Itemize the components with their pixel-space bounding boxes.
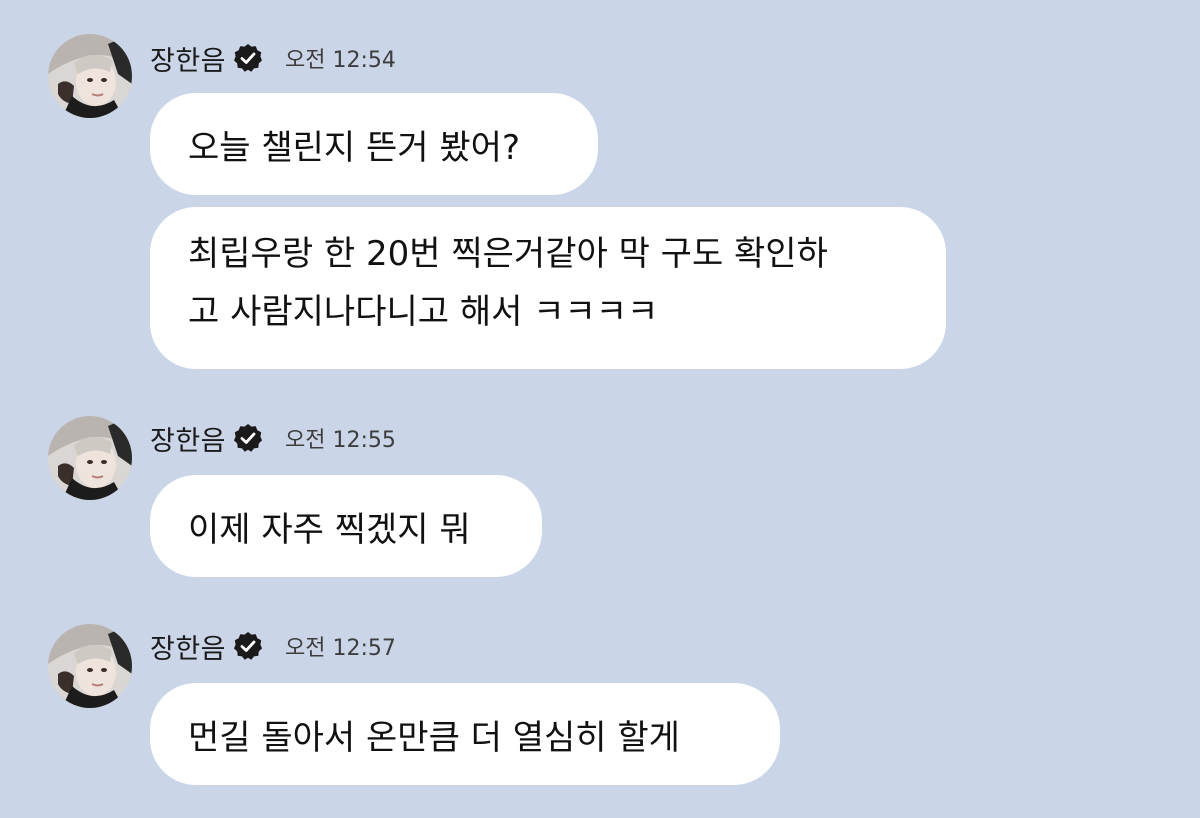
avatar[interactable]: [48, 624, 132, 708]
message-header: 장한음 오전 12:54: [150, 36, 396, 80]
message-text: 오늘 챌린지 뜬거 봤어?: [188, 127, 520, 168]
verified-check-icon: [233, 423, 263, 453]
message-bubble[interactable]: 오늘 챌린지 뜬거 봤어?: [150, 93, 598, 195]
avatar[interactable]: [48, 416, 132, 500]
timestamp: 오전 12:55: [285, 428, 396, 453]
timestamp: 오전 12:57: [285, 636, 396, 661]
avatar[interactable]: [48, 34, 132, 118]
verified-check-icon: [233, 631, 263, 661]
message-bubble[interactable]: 최립우랑 한 20번 찍은거같아 막 구도 확인하 고 사람지나다니고 해서 ㅋ…: [150, 207, 946, 369]
message-text-line: 고 사람지나다니고 해서 ㅋㅋㅋㅋ: [188, 292, 659, 332]
sender-name[interactable]: 장한음: [150, 39, 226, 78]
chat-area: 장한음 오전 12:54 오늘 챌린지 뜬거 봤어? 최립우랑 한 20번 찍은…: [0, 0, 1200, 818]
message-bubble[interactable]: 이제 자주 찍겠지 뭐: [150, 475, 542, 577]
sender-name[interactable]: 장한음: [150, 627, 226, 666]
message-text: 먼길 돌아서 온만큼 더 열심히 할게: [188, 717, 680, 758]
message-text: 이제 자주 찍겠지 뭐: [188, 509, 471, 550]
message-header: 장한음 오전 12:57: [150, 624, 396, 668]
message-header: 장한음 오전 12:55: [150, 416, 396, 460]
message-bubble[interactable]: 먼길 돌아서 온만큼 더 열심히 할게: [150, 683, 780, 785]
timestamp: 오전 12:54: [285, 48, 396, 73]
sender-name[interactable]: 장한음: [150, 419, 226, 458]
verified-check-icon: [233, 43, 263, 73]
message-text-line: 최립우랑 한 20번 찍은거같아 막 구도 확인하: [188, 234, 828, 274]
